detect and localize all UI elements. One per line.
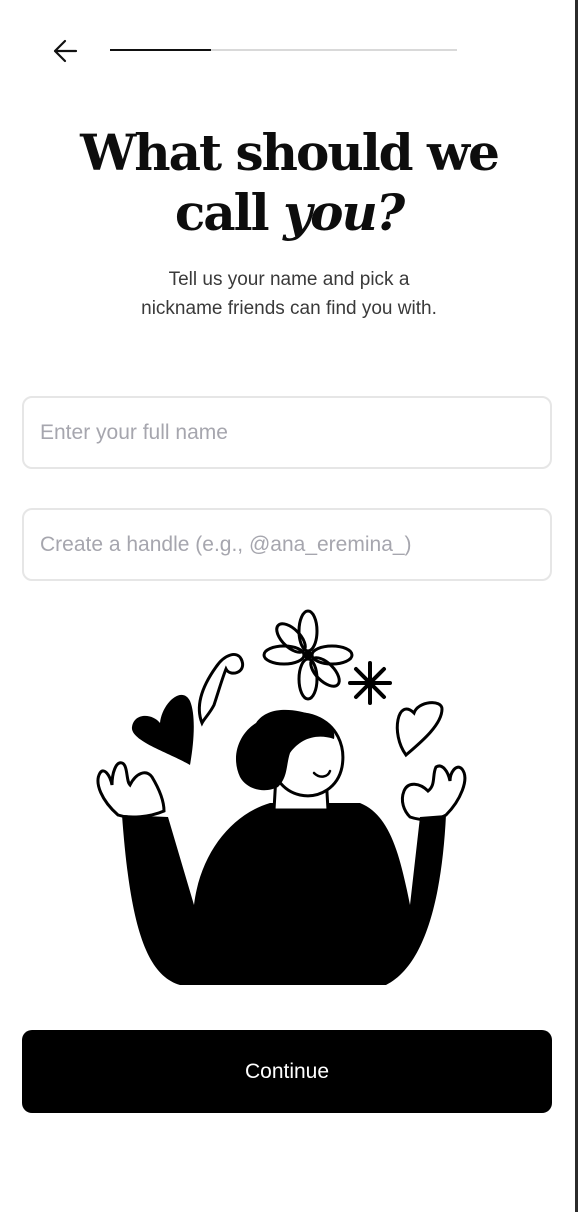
person-juggling-doodles-illustration <box>90 605 470 990</box>
continue-button[interactable]: Continue <box>22 1030 552 1113</box>
arrow-left-icon <box>53 39 78 63</box>
title-line1-text: What should we <box>80 123 500 182</box>
back-button[interactable] <box>46 32 86 70</box>
subtitle-line2: nickname friends can find you with. <box>141 298 437 319</box>
subtitle-line1: Tell us your name and pick a <box>168 269 410 290</box>
page-subtitle: Tell us your name and pick a nickname fr… <box>0 265 578 323</box>
progress-fill <box>110 49 211 51</box>
title-line2-accent: you? <box>283 183 405 242</box>
page-title-line2: call you? <box>0 184 578 242</box>
progress-bar <box>110 49 457 51</box>
full-name-input[interactable] <box>22 396 552 469</box>
handle-input[interactable] <box>22 508 552 581</box>
title-line2-prefix: call <box>174 183 270 242</box>
page-title-line1: What should we <box>0 124 578 182</box>
